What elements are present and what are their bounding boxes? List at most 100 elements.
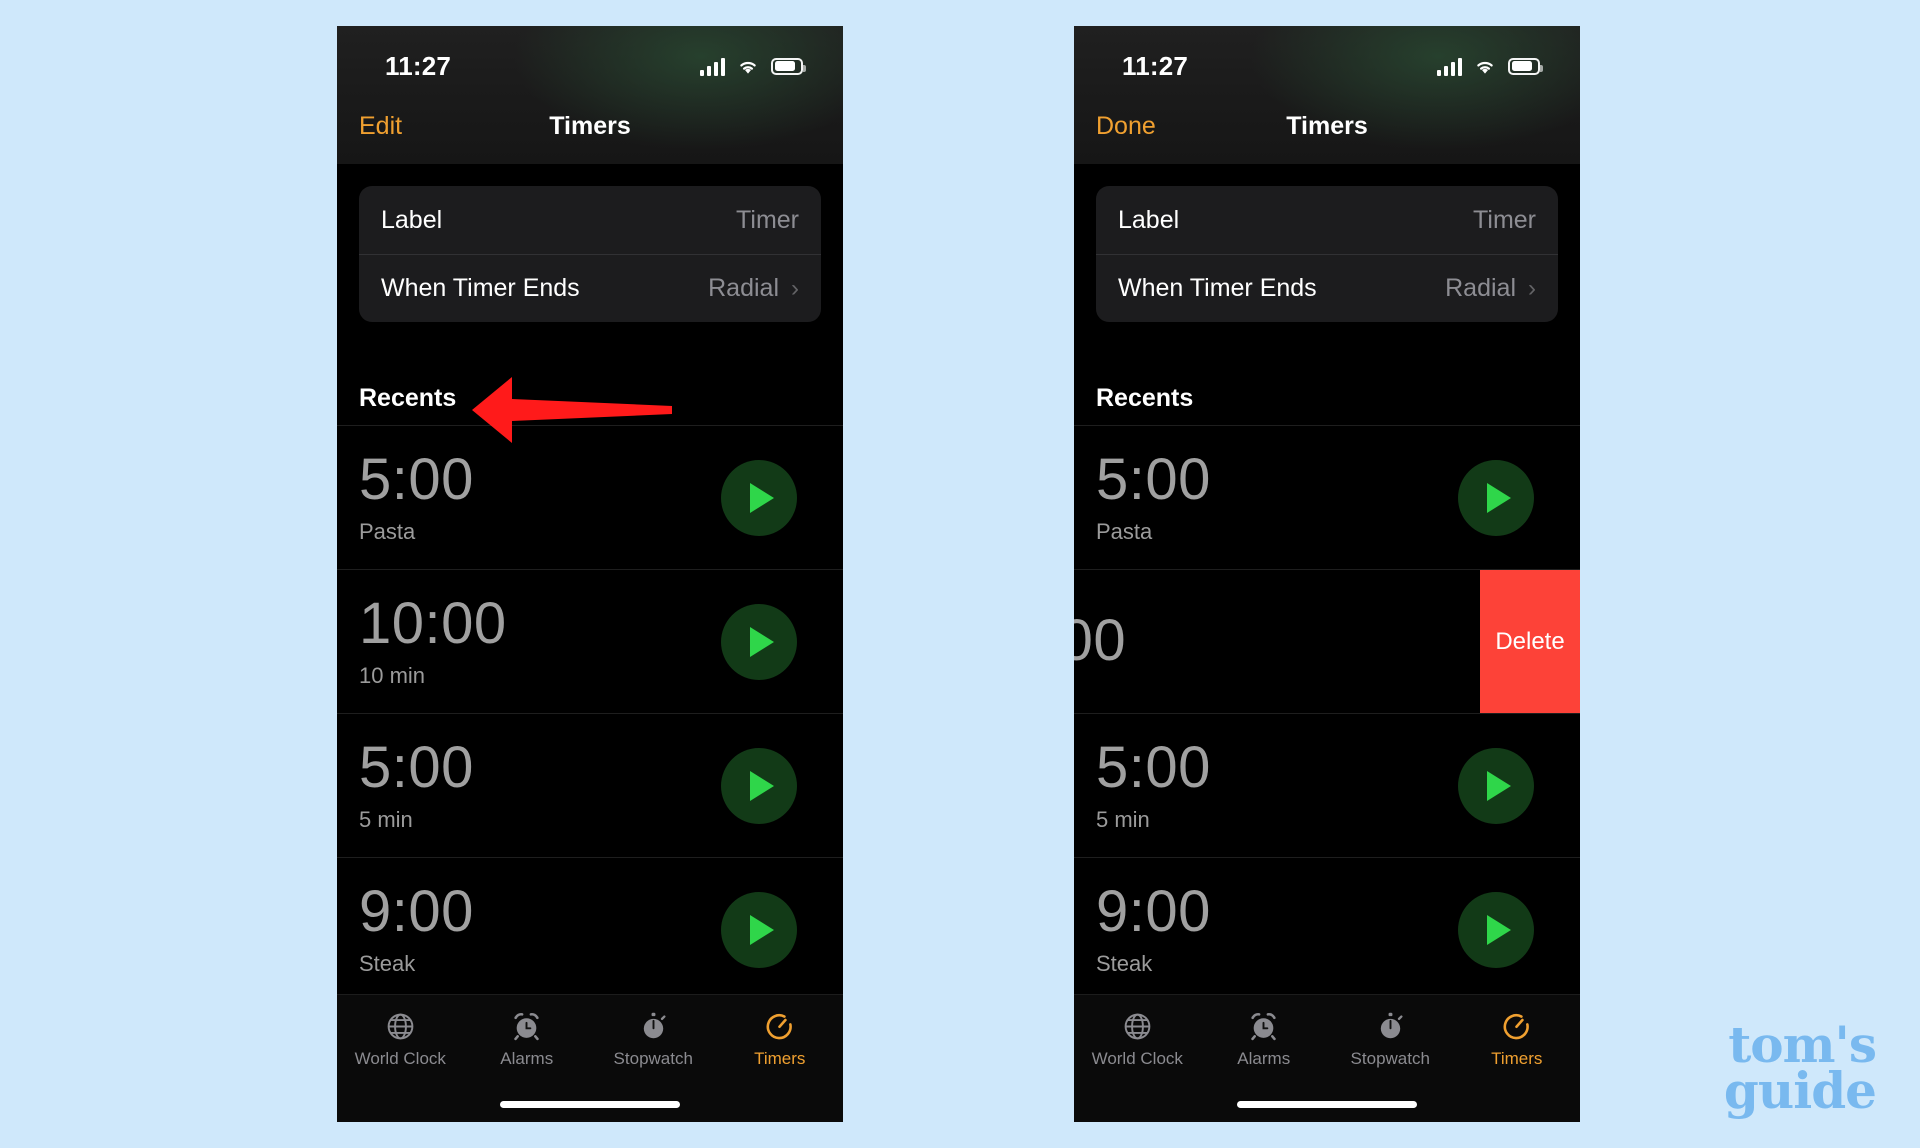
settings-row-value: Timer [1473,205,1536,234]
settings-row-key: When Timer Ends [1118,274,1317,302]
settings-row-when-timer-ends[interactable]: When Timer Ends Radial › [359,254,821,322]
settings-row-label[interactable]: Label Timer [359,186,821,254]
timer-name: Pasta [359,518,416,544]
timer-info: 10:00 10 min [359,594,721,688]
timer-duration: 9:00 [1096,879,1211,945]
settings-row-key: Label [381,205,443,234]
tab-alarms[interactable]: Alarms [1201,1011,1328,1069]
play-icon[interactable] [1458,747,1534,824]
timer-list-item[interactable]: 5:00 Pasta [1074,425,1580,569]
delete-button[interactable]: Delete [1480,570,1580,713]
tab-label: World Clock [1091,1049,1183,1068]
play-icon[interactable] [721,747,797,824]
globe-icon [385,1011,416,1042]
phone-body: Label Timer When Timer Ends Radial › Rec… [337,164,843,994]
home-indicator[interactable] [500,1101,680,1108]
phone-screenshot-right: 11:27 Done Timers Label Timer When Timer… [1074,26,1580,1122]
timer-list-item[interactable]: 5:00 5 min [1074,713,1580,857]
tab-alarms[interactable]: Alarms [464,1011,591,1069]
tab-bar: World Clock Alarms Stopwatch Timers [337,994,843,1122]
timer-name: 5 min [359,806,413,832]
recents-section-title: Recents [359,384,457,412]
navigation-bar: Edit Timers [337,98,843,154]
settings-row-value: Timer [736,205,799,234]
timer-icon [1501,1011,1532,1042]
alarm-clock-icon [1248,1011,1279,1042]
status-bar-icons [699,57,806,76]
timer-list-item[interactable]: 9:00 Steak [1074,857,1580,994]
timer-duration: 5:00 [1096,447,1211,513]
timer-settings-card: Label Timer When Timer Ends Radial › [1096,186,1558,322]
timer-name: Steak [1096,950,1153,976]
home-indicator[interactable] [1237,1101,1417,1108]
timer-duration: 9:00 [359,879,474,945]
timer-list-item[interactable]: 5:00 5 min [337,713,843,857]
tab-label: Timers [754,1049,806,1068]
settings-row-when-timer-ends[interactable]: When Timer Ends Radial › [1096,254,1558,322]
timer-duration: 5:00 [359,735,474,801]
timer-info: 5:00 5 min [1096,738,1458,832]
timer-list-item-swiped[interactable]: :00 Delete [1074,569,1580,713]
timer-list-item[interactable]: 10:00 10 min [337,569,843,713]
tab-stopwatch[interactable]: Stopwatch [1327,1011,1454,1069]
status-bar: 11:27 [337,26,843,92]
play-icon[interactable] [721,459,797,536]
tab-label: World Clock [354,1049,446,1068]
tab-timers[interactable]: Timers [1454,1011,1581,1069]
phone-header: 11:27 Done Timers [1074,26,1580,164]
edit-button[interactable]: Edit [359,112,469,141]
settings-row-label[interactable]: Label Timer [1096,186,1558,254]
tab-label: Alarms [500,1049,554,1068]
recents-section-title: Recents [1096,384,1194,412]
phone-body: Label Timer When Timer Ends Radial › Rec… [1074,164,1580,994]
chevron-right-icon: › [791,274,799,302]
settings-row-key: Label [1118,205,1180,234]
play-icon[interactable] [1458,891,1534,968]
timer-info: 5:00 Pasta [359,450,721,544]
watermark-line-2: guide [1723,1061,1877,1120]
timer-list-item[interactable]: 5:00 Pasta [337,425,843,569]
wifi-icon [736,57,760,76]
phone-header: 11:27 Edit Timers [337,26,843,164]
timer-name: 10 min [359,662,426,688]
play-icon[interactable] [721,891,797,968]
play-icon[interactable] [1458,459,1534,536]
cellular-signal-icon [699,57,725,76]
tab-world-clock[interactable]: World Clock [1074,1011,1201,1069]
globe-icon [1122,1011,1153,1042]
tab-timers[interactable]: Timers [717,1011,844,1069]
battery-icon [771,57,806,75]
timer-info: 9:00 Steak [1096,882,1458,976]
recents-timer-list: 5:00 Pasta 10:00 10 min 5:00 5 min 9:00 … [337,425,843,994]
chevron-right-icon: › [1528,274,1536,302]
timer-name: Pasta [1096,518,1153,544]
phone-screenshot-left: 11:27 Edit Timers Label Timer When Timer… [337,26,843,1122]
timer-duration: 5:00 [1096,735,1211,801]
timer-name: 5 min [1096,806,1150,832]
timer-duration: 5:00 [359,447,474,513]
cellular-signal-icon [1436,57,1462,76]
play-icon[interactable] [721,603,797,680]
done-button[interactable]: Done [1096,112,1206,141]
status-bar-clock: 11:27 [385,50,452,81]
tab-label: Timers [1491,1049,1543,1068]
timer-list-item[interactable]: 9:00 Steak [337,857,843,994]
timer-info: 5:00 Pasta [1096,450,1458,544]
stopwatch-icon [1375,1011,1406,1042]
settings-row-key: When Timer Ends [381,274,580,302]
tab-bar: World Clock Alarms Stopwatch Timers [1074,994,1580,1122]
tab-world-clock[interactable]: World Clock [337,1011,464,1069]
tab-label: Stopwatch [613,1049,693,1068]
navigation-bar: Done Timers [1074,98,1580,154]
settings-row-value: Radial [1445,274,1516,302]
recents-timer-list: 5:00 Pasta :00 Delete 5:00 5 min [1074,425,1580,994]
status-bar-clock: 11:27 [1122,50,1189,81]
timer-name: Steak [359,950,416,976]
toms-guide-watermark: tom's guide [1723,1020,1877,1120]
timer-info: 9:00 Steak [359,882,721,976]
settings-row-value: Radial [708,274,779,302]
tab-stopwatch[interactable]: Stopwatch [590,1011,717,1069]
tab-label: Alarms [1237,1049,1291,1068]
timer-duration: 10:00 [359,591,507,657]
status-bar: 11:27 [1074,26,1580,92]
